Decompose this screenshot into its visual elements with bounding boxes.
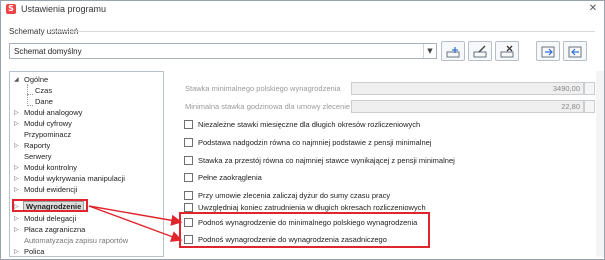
tree-collapsed-icon[interactable]: ▷ xyxy=(14,140,19,151)
checkbox[interactable] xyxy=(184,191,193,200)
chevron-down-icon[interactable]: ▼ xyxy=(423,44,436,58)
tree-item-modul-analogowy[interactable]: Moduł analogowy xyxy=(24,107,82,118)
option-label: Pełne zaokrąglenia xyxy=(198,173,262,182)
import-arrow-icon xyxy=(568,46,582,58)
tree-item-automatyzacja-zapisu-raportow[interactable]: Automatyzacja zapisu raportów xyxy=(24,235,128,246)
tree-expanded-icon[interactable]: ◢ xyxy=(14,74,19,85)
settings-tree: ◢ Ogólne Czas Dane ▷ Moduł analogowy ▷ M… xyxy=(9,71,164,257)
tree-collapsed-icon[interactable]: ▷ xyxy=(14,118,19,129)
window-title: Ustawienia programu xyxy=(21,4,107,14)
tree-item-modul-kontrolny[interactable]: Moduł kontrolny xyxy=(24,162,77,173)
tree-item-czas[interactable]: Czas xyxy=(35,85,52,96)
tree-item-modul-delegacji[interactable]: Moduł delegacji xyxy=(24,213,76,224)
checkbox[interactable] xyxy=(184,120,193,129)
export-scheme-button[interactable] xyxy=(536,41,560,61)
checkbox[interactable] xyxy=(184,203,193,212)
vertical-scrollbar[interactable] xyxy=(596,71,604,257)
tree-item-serwery[interactable]: Serwery xyxy=(24,151,52,162)
min-wage-label: Stawka minimalnego polskiego wynagrodzen… xyxy=(185,84,341,93)
title-bar: S Ustawienia programu ✕ xyxy=(1,1,604,18)
checkbox[interactable] xyxy=(184,156,193,165)
tree-guide xyxy=(27,84,28,106)
tree-collapsed-icon[interactable]: ▷ xyxy=(14,162,19,173)
tree-item-modul-ewidencji[interactable]: Moduł ewidencji xyxy=(24,184,77,195)
checkbox[interactable] xyxy=(184,138,193,147)
delete-document-icon xyxy=(500,45,514,58)
spinner-icon[interactable] xyxy=(584,82,595,95)
scheme-select-value: Schemat domyślny xyxy=(14,47,82,56)
highlight-box-selected-item xyxy=(12,199,88,212)
close-button[interactable]: ✕ xyxy=(584,2,602,16)
tree-collapsed-icon[interactable]: ▷ xyxy=(14,224,19,235)
tree-item-modul-cyfrowy[interactable]: Moduł cyfrowy xyxy=(24,118,72,129)
tree-collapsed-icon[interactable]: ▷ xyxy=(14,173,19,184)
tree-collapsed-icon[interactable]: ▷ xyxy=(14,213,19,224)
checkbox[interactable] xyxy=(184,173,193,182)
min-hourly-input[interactable]: 22,80 xyxy=(351,100,595,113)
tree-collapsed-icon[interactable]: ▷ xyxy=(14,184,19,195)
tree-item-policja[interactable]: Polica xyxy=(24,246,44,257)
tree-guide xyxy=(27,94,33,95)
import-scheme-button[interactable] xyxy=(563,41,587,61)
add-scheme-button[interactable] xyxy=(441,41,465,61)
min-wage-input[interactable]: 3490,00 xyxy=(351,82,595,95)
tree-guide xyxy=(27,105,33,106)
app-logo-icon: S xyxy=(6,4,16,14)
edit-document-icon xyxy=(473,45,487,58)
settings-window: S Ustawienia programu ✕ Schematy ustawie… xyxy=(0,0,605,260)
export-arrow-icon xyxy=(541,46,555,58)
option-label: Podstawa nadgodzin równa co najmniej pod… xyxy=(198,138,432,147)
scheme-select[interactable]: Schemat domyślny ▼ xyxy=(9,43,437,59)
tree-item-dane[interactable]: Dane xyxy=(35,96,53,107)
delete-scheme-button[interactable] xyxy=(495,41,519,61)
schemes-group-divider xyxy=(49,31,595,32)
tree-item-raporty[interactable]: Raporty xyxy=(24,140,50,151)
tree-item-placa-zagraniczna[interactable]: Płaca zagraniczna xyxy=(24,224,85,235)
tree-item-przypominacz[interactable]: Przypominacz xyxy=(24,129,71,140)
tree-item-modul-wykrywania-manipulacji[interactable]: Moduł wykrywania manipulacji xyxy=(24,173,125,184)
option-label: Niezależne stawki miesięczne dla długich… xyxy=(198,120,421,129)
add-document-icon xyxy=(446,47,460,58)
tree-collapsed-icon[interactable]: ▷ xyxy=(14,107,19,118)
tree-collapsed-icon[interactable]: ▷ xyxy=(14,246,19,257)
option-label: Przy umowie zlecenia zaliczaj dyżur do s… xyxy=(198,191,391,200)
min-wage-value: 3490,00 xyxy=(552,84,580,93)
spinner-icon[interactable] xyxy=(584,100,595,113)
min-hourly-label: Minimalna stawka godzinowa dla umowy zle… xyxy=(185,102,351,111)
highlight-box-options xyxy=(179,212,430,248)
min-hourly-value: 22,80 xyxy=(561,102,580,111)
edit-scheme-button[interactable] xyxy=(468,41,492,61)
tree-item-ogolne[interactable]: Ogólne xyxy=(24,74,48,85)
option-label: Stawka za przestój równa co najmniej sta… xyxy=(198,156,455,165)
